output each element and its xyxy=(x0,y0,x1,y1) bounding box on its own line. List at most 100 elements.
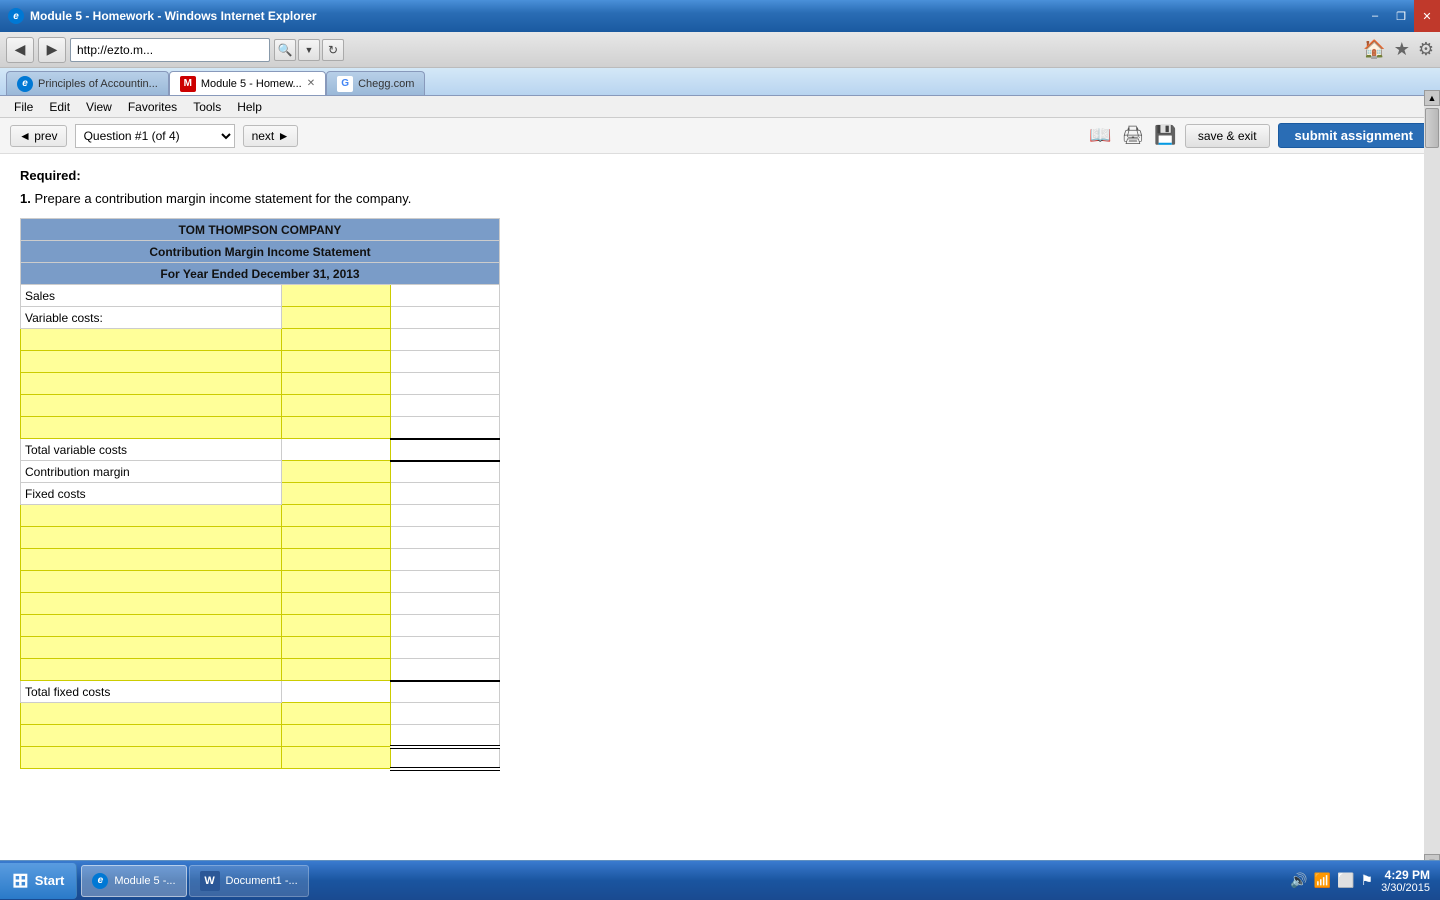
table-row-contribution: Contribution margin xyxy=(21,461,500,483)
fix-right-2 xyxy=(391,527,500,549)
notification-icon[interactable]: ⚑ xyxy=(1361,872,1374,889)
var-mid-5[interactable] xyxy=(282,417,391,439)
next-button[interactable]: next ► xyxy=(243,125,299,147)
fix-right-5 xyxy=(391,593,500,615)
fix-mid-6[interactable] xyxy=(282,615,391,637)
tab-close-button[interactable]: ✕ xyxy=(307,78,315,89)
fix-label-4[interactable] xyxy=(21,571,282,593)
fix-mid-8[interactable] xyxy=(282,659,391,681)
address-bar[interactable] xyxy=(70,38,270,62)
total-fixed-right[interactable] xyxy=(391,681,500,703)
submit-assignment-button[interactable]: submit assignment xyxy=(1278,123,1430,148)
var-label-5[interactable] xyxy=(21,417,282,439)
net-mid-2[interactable] xyxy=(282,725,391,747)
home-icon[interactable]: 🏠 xyxy=(1363,39,1385,60)
menu-edit[interactable]: Edit xyxy=(41,98,78,116)
net-mid-3[interactable] xyxy=(282,747,391,769)
prev-label: ◄ prev xyxy=(19,129,58,143)
scroll-up-button[interactable]: ▲ xyxy=(1424,90,1440,106)
scrollbar[interactable]: ▲ ▼ xyxy=(1424,90,1440,870)
fixed-costs-right xyxy=(391,483,500,505)
fix-mid-2[interactable] xyxy=(282,527,391,549)
fix-mid-5[interactable] xyxy=(282,593,391,615)
battery-icon[interactable]: ⬜ xyxy=(1337,872,1354,889)
menu-favorites[interactable]: Favorites xyxy=(120,98,185,116)
save-exit-button[interactable]: save & exit xyxy=(1185,124,1270,148)
taskbar-item-word[interactable]: W Document1 -... xyxy=(189,865,309,897)
var-mid-3[interactable] xyxy=(282,373,391,395)
tab-module5[interactable]: M Module 5 - Homew... ✕ xyxy=(169,71,326,95)
net-label-3[interactable] xyxy=(21,747,282,769)
fix-label-8[interactable] xyxy=(21,659,282,681)
refresh-button[interactable]: ↻ xyxy=(322,39,344,61)
fixed-costs-mid[interactable] xyxy=(282,483,391,505)
menu-file[interactable]: File xyxy=(6,98,41,116)
question-selector[interactable]: Question #1 (of 4) xyxy=(75,124,235,148)
table-row xyxy=(21,571,500,593)
volume-icon[interactable]: 📶 xyxy=(1314,872,1331,889)
taskbar-clock[interactable]: 4:29 PM 3/30/2015 xyxy=(1381,868,1430,894)
fix-mid-3[interactable] xyxy=(282,549,391,571)
var-mid-4[interactable] xyxy=(282,395,391,417)
book-icon[interactable]: 📖 xyxy=(1089,125,1111,146)
contribution-right[interactable] xyxy=(391,461,500,483)
minimize-button[interactable]: – xyxy=(1362,0,1388,32)
fix-label-6[interactable] xyxy=(21,615,282,637)
net-label-1[interactable] xyxy=(21,703,282,725)
save-icon[interactable]: 💾 xyxy=(1154,125,1176,146)
print-icon[interactable]: 🖨 xyxy=(1122,125,1145,146)
fix-label-7[interactable] xyxy=(21,637,282,659)
fix-right-3 xyxy=(391,549,500,571)
net-right-2[interactable] xyxy=(391,725,500,747)
start-button[interactable]: ⊞ Start xyxy=(0,863,77,899)
table-row-net3 xyxy=(21,747,500,769)
var-label-4[interactable] xyxy=(21,395,282,417)
back-button[interactable]: ◀ xyxy=(6,37,34,63)
favorites-star-icon[interactable]: ★ xyxy=(1394,39,1410,60)
fix-label-3[interactable] xyxy=(21,549,282,571)
sales-input-mid[interactable] xyxy=(282,285,391,307)
total-variable-mid[interactable] xyxy=(282,439,391,461)
fix-label-2[interactable] xyxy=(21,527,282,549)
net-label-2[interactable] xyxy=(21,725,282,747)
net-right-3[interactable] xyxy=(391,747,500,769)
contribution-mid[interactable] xyxy=(282,461,391,483)
total-fixed-mid[interactable] xyxy=(282,681,391,703)
menu-help[interactable]: Help xyxy=(229,98,270,116)
restore-button[interactable]: ❐ xyxy=(1388,0,1414,32)
var-mid-2[interactable] xyxy=(282,351,391,373)
fix-label-5[interactable] xyxy=(21,593,282,615)
menu-tools[interactable]: Tools xyxy=(185,98,229,116)
table-row-variable-costs-label: Variable costs: xyxy=(21,307,500,329)
clock-time: 4:29 PM xyxy=(1381,868,1430,882)
variable-costs-mid[interactable] xyxy=(282,307,391,329)
settings-icon[interactable]: ⚙ xyxy=(1418,39,1434,60)
dropdown-arrow[interactable]: ▼ xyxy=(298,39,320,61)
search-icon: 🔍 xyxy=(274,39,296,61)
net-right-1[interactable] xyxy=(391,703,500,725)
fix-mid-1[interactable] xyxy=(282,505,391,527)
taskbar-item-ie[interactable]: e Module 5 -... xyxy=(81,865,186,897)
var-label-1[interactable] xyxy=(21,329,282,351)
content-toolbar: ◄ prev Question #1 (of 4) next ► 📖 🖨 💾 s… xyxy=(0,118,1440,154)
var-label-3[interactable] xyxy=(21,373,282,395)
tab-principles[interactable]: e Principles of Accountin... xyxy=(6,71,169,95)
forward-button[interactable]: ▶ xyxy=(38,37,66,63)
close-button[interactable]: ✕ xyxy=(1414,0,1440,32)
total-variable-right[interactable] xyxy=(391,439,500,461)
prev-button[interactable]: ◄ prev xyxy=(10,125,67,147)
fix-mid-7[interactable] xyxy=(282,637,391,659)
net-mid-1[interactable] xyxy=(282,703,391,725)
network-icon[interactable]: 🔊 xyxy=(1290,872,1307,889)
question-number: 1. xyxy=(20,191,31,206)
tab-chegg[interactable]: G Chegg.com xyxy=(326,71,425,95)
fix-label-1[interactable] xyxy=(21,505,282,527)
var-label-2[interactable] xyxy=(21,351,282,373)
menu-view[interactable]: View xyxy=(78,98,120,116)
scroll-thumb[interactable] xyxy=(1425,108,1439,148)
var-mid-1[interactable] xyxy=(282,329,391,351)
fix-right-7 xyxy=(391,637,500,659)
sales-input-right[interactable] xyxy=(391,285,500,307)
fix-mid-4[interactable] xyxy=(282,571,391,593)
total-variable-label: Total variable costs xyxy=(21,439,282,461)
